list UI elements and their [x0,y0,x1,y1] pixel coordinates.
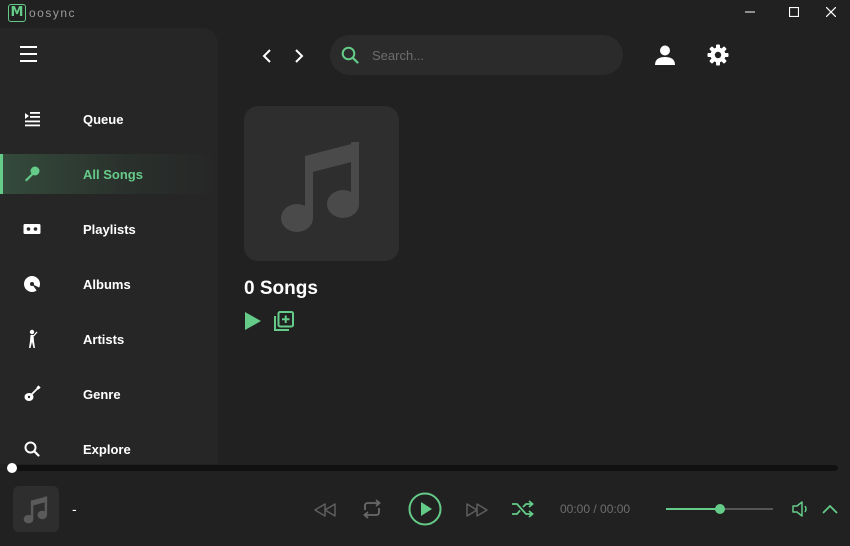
rewind-button[interactable] [313,499,337,521]
sidebar-item-genre[interactable]: Genre [0,374,218,414]
fast-forward-icon [466,503,488,517]
user-icon [655,45,675,65]
close-icon [826,7,836,17]
app-logo: M oosync [8,4,76,22]
shuffle-button[interactable] [511,498,535,520]
seek-bar-thumb[interactable] [7,463,17,473]
sidebar-item-playlists[interactable]: Playlists [0,209,218,249]
play-icon [408,492,442,526]
sidebar-item-label: Artists [83,331,125,347]
volume-icon [792,501,807,517]
seek-bar[interactable] [7,463,838,473]
logo-mark: M [8,4,26,22]
sidebar-item-albums[interactable]: Albums [0,264,218,304]
search-icon [341,46,359,69]
sidebar-item-label: Albums [83,276,131,292]
guitar-icon [22,384,42,404]
playback-time: 00:00 / 00:00 [560,502,631,516]
chevron-left-icon [262,49,271,63]
play-all-button[interactable] [240,309,264,333]
sidebar-item-explore[interactable]: Explore [0,429,218,469]
volume-slider[interactable] [666,504,773,514]
microphone-icon [22,164,42,184]
expand-player-button[interactable] [819,499,841,519]
chevron-up-icon [822,504,838,514]
now-playing-thumbnail [13,486,59,532]
sidebar-item-label: Queue [83,111,124,127]
sidebar-item-artists[interactable]: Artists [0,319,218,359]
playlist-cover [244,106,399,261]
account-button[interactable] [653,43,677,67]
rewind-icon [314,503,336,517]
now-playing-title: - [72,501,77,517]
song-count: 0 Songs [244,278,318,299]
play-icon [245,312,261,330]
app-title: oosync [29,6,77,20]
forward-button[interactable] [289,46,309,66]
music-note-icon [280,141,359,232]
settings-button[interactable] [706,43,730,67]
fast-forward-button[interactable] [465,499,489,521]
play-pause-button[interactable] [408,492,442,526]
queue-icon [22,109,42,129]
sidebar-item-queue[interactable]: Queue [0,99,218,139]
search-bar [330,35,623,75]
music-note-icon [23,496,48,524]
minimize-button[interactable] [733,0,767,24]
add-to-queue-icon [274,311,294,331]
volume-slider-fill [666,508,720,510]
maximize-icon [789,7,799,17]
shuffle-icon [512,500,534,518]
sidebar-item-all-songs[interactable]: All Songs [0,154,218,194]
back-button[interactable] [257,46,277,66]
add-to-queue-button[interactable] [272,309,296,333]
close-button[interactable] [814,0,848,24]
cassette-icon [22,219,42,239]
volume-slider-thumb[interactable] [714,504,725,514]
gear-icon [707,44,729,66]
search-input[interactable] [372,45,607,65]
repeat-icon [363,499,381,519]
sidebar-item-label: Explore [83,441,131,457]
singer-icon [22,329,42,349]
minimize-icon [745,11,755,13]
maximize-button[interactable] [777,0,811,24]
hamburger-icon[interactable] [20,46,37,62]
title-bar: M oosync [0,0,850,26]
chevron-right-icon [295,49,304,63]
sidebar: Queue All Songs Playlists Albums Artists… [0,28,218,464]
sidebar-item-label: Genre [83,386,121,402]
sidebar-item-label: Playlists [83,221,136,237]
disc-icon [22,274,42,294]
repeat-button[interactable] [360,497,384,521]
sidebar-item-label: All Songs [83,166,143,182]
search-icon [22,439,42,459]
volume-button[interactable] [790,498,812,520]
